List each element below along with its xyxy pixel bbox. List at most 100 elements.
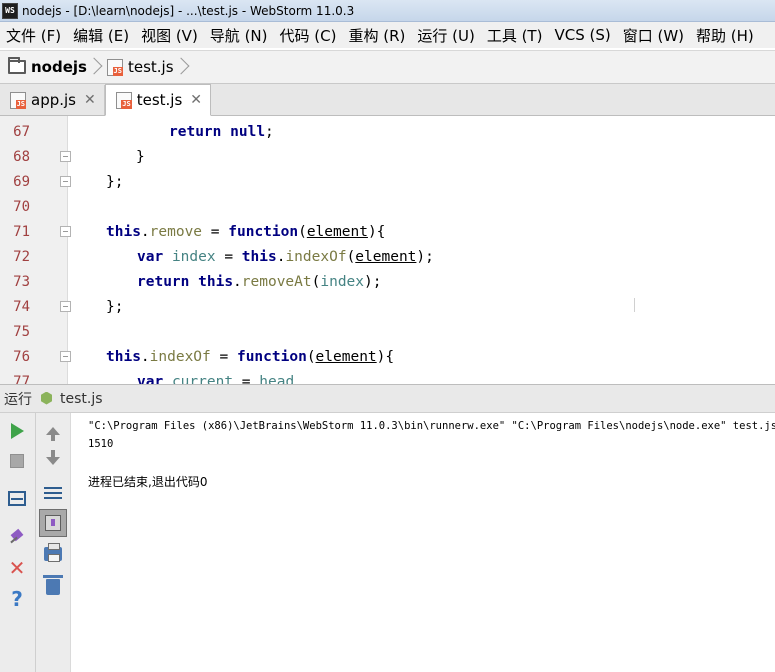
pin-tab-button[interactable]	[3, 523, 31, 551]
line-number: 75	[13, 323, 30, 340]
code-line: 70	[0, 194, 775, 219]
code-editor[interactable]: 67 return null; 68 } 69 }; 70 71 this.re…	[0, 116, 775, 384]
breadcrumb-project-label: nodejs	[31, 58, 87, 76]
line-number: 71	[13, 223, 30, 240]
code-text: var current = head	[137, 373, 295, 385]
console-line: 1510	[88, 438, 114, 450]
breadcrumb-project[interactable]: nodejs	[8, 51, 87, 83]
fold-marker-icon[interactable]	[60, 226, 71, 237]
console-line: "C:\Program Files (x86)\JetBrains\WebSto…	[88, 420, 775, 432]
nodejs-icon	[40, 391, 54, 407]
fold-marker-icon[interactable]	[60, 176, 71, 187]
run-config-tab[interactable]: test.js	[60, 391, 103, 407]
help-button[interactable]: ?	[3, 585, 31, 613]
line-number: 74	[13, 298, 30, 315]
code-line: 67 return null;	[0, 119, 775, 144]
soft-wrap-icon	[44, 485, 62, 499]
tab-label: app.js	[31, 91, 76, 109]
close-run-button[interactable]: ✕	[3, 554, 31, 582]
line-number: 70	[13, 198, 30, 215]
fold-marker-icon[interactable]	[60, 351, 71, 362]
line-number: 68	[13, 148, 30, 165]
fold-marker-icon[interactable]	[60, 301, 71, 312]
code-line: 76 this.indexOf = function(element){	[0, 344, 775, 369]
run-toolbar-left: ✕ ?	[0, 413, 36, 672]
stop-button[interactable]	[3, 447, 31, 475]
folder-icon	[8, 57, 26, 74]
layout-icon	[8, 490, 26, 506]
menu-edit[interactable]: 编辑 (E)	[67, 25, 135, 46]
window-title: nodejs - [D:\learn\nodejs] - ...\test.js…	[22, 3, 355, 18]
webstorm-logo-icon: WS	[2, 2, 18, 19]
play-icon	[10, 423, 24, 439]
tab-label: test.js	[136, 91, 183, 109]
code-line: 75	[0, 319, 775, 344]
code-line: 71 this.remove = function(element){	[0, 219, 775, 244]
code-line: 73 return this.removeAt(index);	[0, 269, 775, 294]
code-text: this.remove = function(element){	[106, 223, 386, 240]
close-icon: ✕	[8, 556, 26, 580]
code-line: 68 }	[0, 144, 775, 169]
arrow-up-icon	[46, 427, 60, 441]
trash-icon	[43, 574, 63, 595]
scroll-to-end-button[interactable]	[39, 509, 67, 537]
text-cursor	[634, 298, 635, 312]
menu-vcs[interactable]: VCS (S)	[548, 26, 616, 44]
rerun-button[interactable]	[3, 417, 31, 445]
chevron-right-icon	[179, 56, 189, 78]
line-number: 69	[13, 173, 30, 190]
menu-refactor[interactable]: 重构 (R)	[342, 25, 411, 46]
code-text: return this.removeAt(index);	[137, 273, 382, 290]
menu-view[interactable]: 视图 (V)	[135, 25, 204, 46]
code-text: return null;	[169, 123, 274, 140]
run-panel-header: 运行 test.js	[0, 384, 775, 413]
line-number: 67	[13, 123, 30, 140]
menu-code[interactable]: 代码 (C)	[274, 25, 343, 46]
close-tab-icon[interactable]: ✕	[190, 92, 202, 108]
breadcrumb: nodejs JS test.js	[0, 50, 775, 84]
console-line: 进程已结束,退出代码0	[88, 475, 208, 489]
chevron-right-icon	[92, 56, 102, 78]
title-bar: WS nodejs - [D:\learn\nodejs] - ...\test…	[0, 0, 775, 22]
scroll-to-end-icon	[45, 515, 61, 531]
js-file-icon: JS	[10, 91, 26, 109]
line-number: 76	[13, 348, 30, 365]
menu-run[interactable]: 运行 (U)	[411, 25, 480, 46]
line-number: 72	[13, 248, 30, 265]
breadcrumb-file[interactable]: JS test.js	[106, 51, 174, 83]
line-number: 77	[13, 373, 30, 385]
menu-help[interactable]: 帮助 (H)	[690, 25, 760, 46]
print-button[interactable]	[39, 540, 67, 568]
close-tab-icon[interactable]: ✕	[84, 92, 96, 108]
code-text: this.indexOf = function(element){	[106, 348, 395, 365]
console-output[interactable]: "C:\Program Files (x86)\JetBrains\WebSto…	[71, 413, 775, 672]
code-line: 69 };	[0, 169, 775, 194]
line-number: 73	[13, 273, 30, 290]
tab-test-js[interactable]: JS test.js ✕	[104, 84, 212, 116]
menu-tools[interactable]: 工具 (T)	[481, 25, 549, 46]
menu-window[interactable]: 窗口 (W)	[617, 25, 690, 46]
pin-icon	[9, 529, 25, 545]
menu-bar: 文件 (F) 编辑 (E) 视图 (V) 导航 (N) 代码 (C) 重构 (R…	[0, 22, 775, 48]
code-text: var index = this.indexOf(element);	[137, 248, 434, 265]
print-icon	[44, 543, 62, 562]
menu-navigate[interactable]: 导航 (N)	[204, 25, 274, 46]
restore-layout-button[interactable]	[3, 484, 31, 512]
code-text: }	[136, 148, 145, 165]
previous-occurrence-button[interactable]	[39, 417, 67, 445]
run-panel-title: 运行	[4, 391, 32, 408]
code-line: 74 };	[0, 294, 775, 319]
next-occurrence-button[interactable]	[39, 447, 67, 475]
js-file-icon: JS	[115, 91, 132, 109]
help-icon: ?	[11, 587, 23, 611]
editor-tab-bar: JS app.js ✕ JS test.js ✕	[0, 84, 775, 116]
clear-all-button[interactable]	[39, 571, 67, 599]
run-toolbar-console	[36, 413, 71, 672]
soft-wrap-button[interactable]	[39, 478, 67, 506]
code-text: };	[106, 298, 124, 315]
fold-marker-icon[interactable]	[60, 151, 71, 162]
tab-app-js[interactable]: JS app.js ✕	[0, 85, 105, 115]
code-line: 72 var index = this.indexOf(element);	[0, 244, 775, 269]
menu-file[interactable]: 文件 (F)	[0, 25, 67, 46]
